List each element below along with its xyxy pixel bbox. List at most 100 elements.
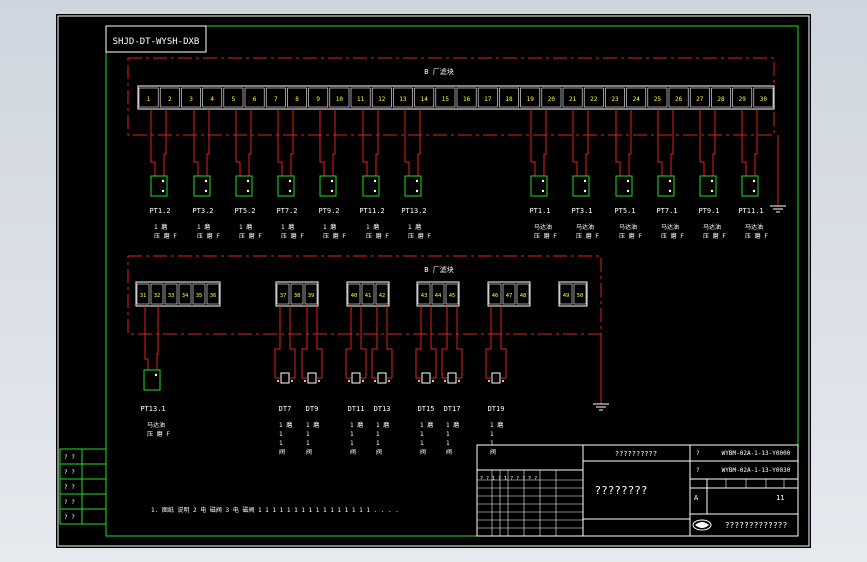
pressure-sensor-symbol: [235, 175, 253, 197]
revision-cell: ? ?: [64, 484, 75, 491]
wire: [150, 109, 156, 176]
sensor-description-line: 1: [446, 440, 450, 447]
sensor-description: 1 磨11阀: [376, 421, 389, 456]
sensor-description-line: 1 磨: [306, 421, 319, 429]
terminal-a-number: 6: [253, 96, 257, 103]
terminal-a-number: 17: [484, 96, 492, 103]
terminal-a-number: 4: [210, 96, 214, 103]
wire: [248, 109, 252, 176]
sensor-description-line: 阀: [420, 448, 426, 456]
schematic-canvas: SHJD-DT-WYSH-DXB B 厂滤块 1 2 3 4 5 6 7 8 9 10 11 12 13…: [57, 15, 810, 547]
sensor-description-line: 1 磨: [376, 421, 389, 429]
wire: [371, 306, 378, 378]
sensor-description-line: 1 磨: [490, 421, 503, 429]
wire: [699, 109, 705, 176]
terminal-b-number: 41: [365, 293, 372, 299]
sensor-description: 马达油压 磨 F: [703, 223, 726, 240]
sensor-description-line: 1 磨: [197, 223, 210, 231]
scale-label: A: [694, 494, 699, 502]
terminal-b-number: 33: [168, 293, 175, 299]
terminal-a-number: 5: [232, 96, 236, 103]
revision-cell: ? ?: [64, 469, 75, 476]
cad-viewport: SHJD-DT-WYSH-DXB B 厂滤块 1 2 3 4 5 6 7 8 9 10 11 12 13…: [0, 0, 867, 562]
solenoid-valve-symbol: [491, 372, 501, 384]
valve-pin: [348, 380, 350, 382]
sensor-description-line: 压 磨 F: [323, 232, 346, 240]
sensor-pin: [288, 179, 292, 183]
solenoid-valve-symbol: [447, 372, 457, 384]
sensor-description: 马达油压 磨 F: [619, 223, 642, 240]
wire: [417, 109, 421, 176]
terminal-a-number: 22: [590, 96, 598, 103]
sensor-pin: [583, 189, 587, 193]
sensor-description-line: 1: [376, 440, 380, 447]
sensor-pin: [330, 189, 334, 193]
terminal-b-number: 44: [435, 293, 442, 299]
wire: [290, 109, 294, 176]
sensor-description-line: 压 磨 F: [745, 232, 768, 240]
sensor-tag: PT1.2: [149, 207, 170, 215]
sensor-description: 1 磨11阀: [350, 421, 363, 456]
sensor-description-line: 1 磨: [154, 223, 167, 231]
sensor-description: 1 磨11阀: [279, 421, 292, 456]
sensor-description: 1 磨压 磨 F: [197, 223, 220, 240]
terminal-a-number: 14: [421, 96, 429, 103]
sensor-description-line: 马达油: [534, 223, 552, 231]
sensor-pin: [204, 189, 208, 193]
sensor-pin: [668, 189, 672, 193]
sensor-pin: [583, 179, 587, 183]
sensor-description-line: 1: [420, 440, 424, 447]
wire: [193, 109, 199, 176]
junction-box-a-label: B 厂滤块: [424, 67, 453, 76]
sensor-description-line: 1: [279, 440, 283, 447]
wire: [530, 109, 536, 176]
wire: [332, 109, 336, 176]
ground-symbol-b: [593, 334, 609, 411]
sensor-description-line: 1 磨: [281, 223, 294, 231]
sensor-description: 1 磨压 磨 F: [154, 223, 177, 240]
sensor-description-line: 阀: [279, 448, 285, 456]
terminal-b-number: 32: [154, 293, 161, 299]
sensor-description-line: 阀: [306, 448, 312, 456]
sensor-description-line: 1: [279, 431, 283, 438]
sensor-description: 1 磨11阀: [446, 421, 459, 456]
title-block-mark-2: ?: [696, 467, 700, 474]
sensor-description-line: 1 磨: [446, 421, 459, 429]
terminal-a-number: 28: [717, 96, 725, 103]
sensor-description-line: 1: [306, 431, 310, 438]
valve-pin: [318, 380, 320, 382]
solenoid-valve-symbol: [351, 372, 361, 384]
terminal-b-number: 47: [506, 293, 513, 299]
sensor-pin: [246, 179, 250, 183]
sensor-tag: PT9.1: [698, 207, 719, 215]
title-block-main-title: ????????: [595, 484, 648, 497]
sensor-tag: DT11: [348, 405, 365, 413]
valve-pin: [291, 380, 293, 382]
terminal-strip-b-group: [135, 281, 221, 307]
ground-symbol-a: [770, 135, 786, 213]
sensor-description-line: 压 磨 F: [147, 430, 170, 438]
terminal-a-number: 1: [147, 96, 151, 103]
sensor-description-line: 压 磨 F: [154, 232, 177, 240]
valve-pin: [444, 380, 446, 382]
sensor-pin: [154, 373, 158, 377]
terminal-b-number: 39: [308, 293, 315, 299]
sensor-description-line: 1: [490, 440, 494, 447]
valve-pin: [374, 380, 376, 382]
sensor-description-line: 1: [376, 431, 380, 438]
title-block: ?????????? ???????? WYBM-02A-1-13-Y0000 …: [476, 444, 799, 537]
sensor-description-line: 马达油: [619, 223, 637, 231]
sensor-description: 马达油压 磨 F: [661, 223, 684, 240]
sensor-description: 马达油压 磨 F: [147, 421, 170, 438]
wiring-layer: [143, 109, 759, 391]
wire: [572, 109, 578, 176]
valve-pin: [502, 380, 504, 382]
terminal-a-number: 20: [548, 96, 556, 103]
terminal-a-number: 10: [336, 96, 344, 103]
terminal-b-number: 31: [140, 293, 147, 299]
wire: [712, 109, 716, 176]
wire: [144, 306, 149, 370]
sensor-description-line: 马达油: [661, 223, 679, 231]
terminal-a-number: 2: [168, 96, 172, 103]
sensor-description-line: 1: [350, 440, 354, 447]
